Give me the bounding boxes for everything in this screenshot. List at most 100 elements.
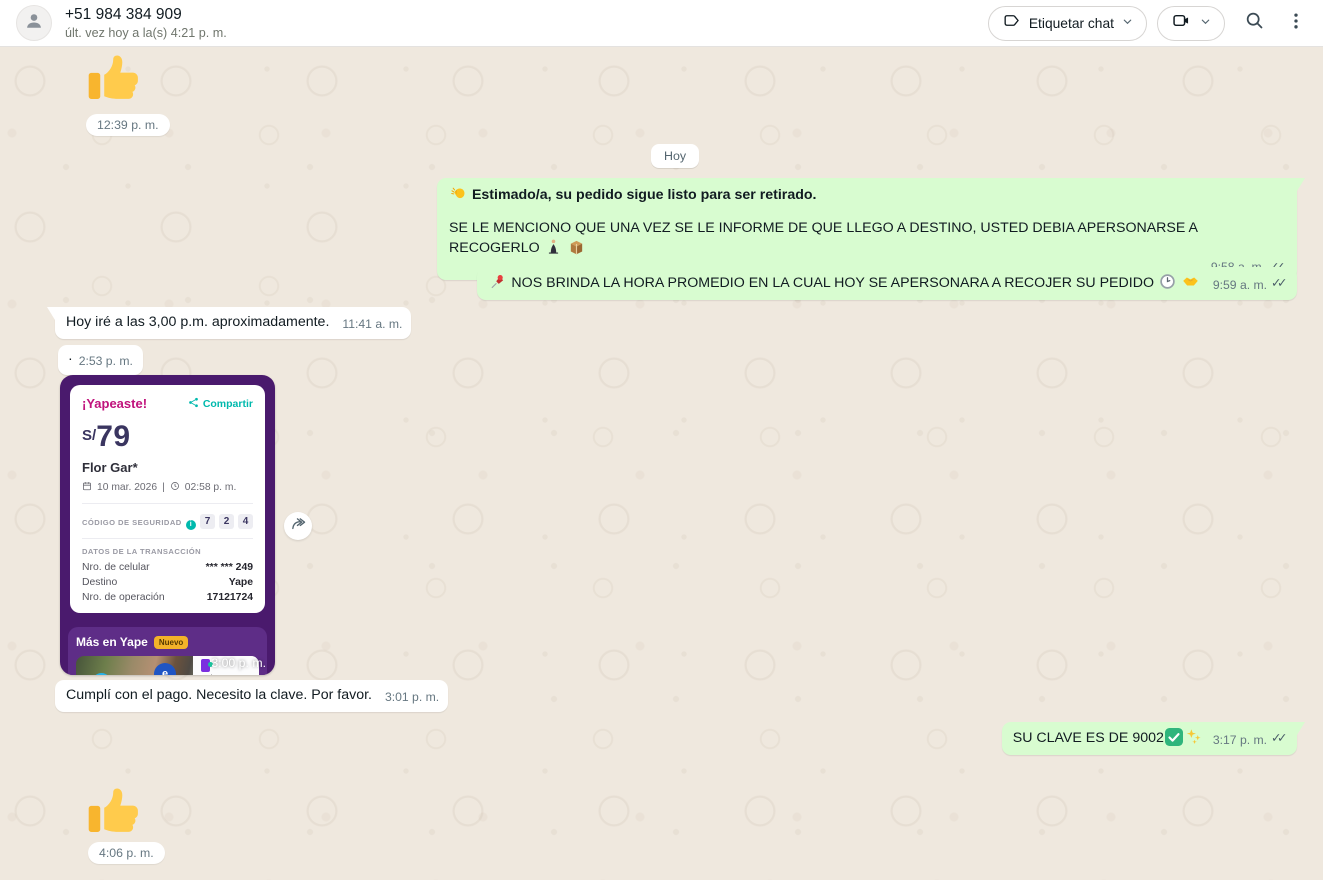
message-time: 4:06 p. m. <box>99 846 154 860</box>
currency-symbol: S/ <box>82 427 96 444</box>
forward-message-button[interactable] <box>284 512 312 540</box>
yape-datetime: 10 mar. 2026 | 02:58 p. m. <box>82 481 253 494</box>
message-text: Hoy iré a las 3,00 p.m. aproximadamente. <box>66 314 329 330</box>
chevron-down-icon <box>1122 14 1133 32</box>
entel-logo-icon: e <box>154 663 176 675</box>
amount-value: 79 <box>96 420 130 453</box>
package-emoji-icon <box>568 238 585 255</box>
chat-header: +51 984 384 909 últ. vez hoy a la(s) 4:2… <box>0 0 1323 47</box>
contact-info[interactable]: +51 984 384 909 últ. vez hoy a la(s) 4:2… <box>65 6 227 40</box>
yape-date: 10 mar. 2026 <box>97 482 157 493</box>
movistar-logo-icon: M <box>92 673 111 675</box>
label-chat-button[interactable]: Etiquetar chat <box>988 6 1147 41</box>
clock-emoji-icon <box>1159 273 1176 290</box>
yape-share-label: Compartir <box>203 398 253 410</box>
calendar-icon <box>82 481 92 494</box>
message-text: SU CLAVE ES DE 9002 <box>1013 730 1164 746</box>
row-label: Destino <box>82 577 117 588</box>
banner-question: ¿Sin megas? <box>201 673 253 675</box>
row-label: Nro. de celular <box>82 562 150 573</box>
label-tag-icon <box>1002 11 1021 35</box>
waving-hand-emoji-icon <box>450 185 467 202</box>
transaction-rows: Nro. de celular *** *** 249 Destino Yape… <box>82 562 253 603</box>
yape-time: 02:58 p. m. <box>185 482 237 493</box>
message-line-2: SE LE MENCIONO QUE UNA VEZ SE LE INFORME… <box>449 219 1286 258</box>
outgoing-message-hora[interactable]: NOS BRINDA LA HORA PROMEDIO EN LA CUAL H… <box>477 267 1297 300</box>
chat-message-area: 12:39 p. m. Hoy Estimado/a, su pedido si… <box>0 47 1323 880</box>
share-nodes-icon <box>188 397 199 411</box>
yape-receipt-card: ¡Yapeaste! Compartir S/79 Flor Gar* 10 m… <box>70 385 265 613</box>
contact-avatar[interactable] <box>16 5 52 41</box>
menu-button[interactable] <box>1283 4 1309 42</box>
date-divider-label: Hoy <box>664 149 686 163</box>
message-line-1: Estimado/a, su pedido sigue listo para s… <box>449 185 1286 205</box>
separator: | <box>162 482 165 493</box>
contact-name: +51 984 384 909 <box>65 6 227 24</box>
person-icon <box>23 10 45 37</box>
yape-recipient: Flor Gar* <box>82 460 253 475</box>
transaction-row: Destino Yape <box>82 577 253 588</box>
row-value: Yape <box>229 577 253 588</box>
outgoing-message-clave[interactable]: SU CLAVE ES DE 9002 3:17 p. m. ✓✓ <box>1002 722 1297 755</box>
new-badge: Nuevo <box>154 636 188 649</box>
row-value: *** *** 249 <box>206 562 253 573</box>
message-text: Cumplí con el pago. Necesito la clave. P… <box>66 687 372 703</box>
message-time: 2:53 p. m. <box>79 352 133 371</box>
incoming-message-ire[interactable]: Hoy iré a las 3,00 p.m. aproximadamente.… <box>55 307 411 339</box>
incoming-message-pago[interactable]: Cumplí con el pago. Necesito la clave. P… <box>55 680 448 712</box>
message-text-bold: Estimado/a, su pedido sigue listo para s… <box>472 187 817 203</box>
message-time: 12:39 p. m. <box>97 118 159 132</box>
thumbs-up-emoji-message[interactable] <box>86 51 140 105</box>
security-code-label: CÓDIGO DE SEGURIDAD <box>82 518 182 527</box>
clock-small-icon <box>170 481 180 494</box>
search-icon <box>1244 10 1265 36</box>
thumbs-up-emoji-message[interactable] <box>86 784 140 838</box>
check-mark-emoji-icon <box>1165 728 1183 746</box>
info-icon: i <box>186 520 196 530</box>
security-digit: 7 <box>200 514 215 529</box>
suit-man-emoji-icon <box>545 238 562 255</box>
row-value: 17121724 <box>207 592 253 603</box>
transaction-row: Nro. de operación 17121724 <box>82 592 253 603</box>
incoming-message-dot[interactable]: · 2:53 p. m. <box>58 345 143 375</box>
header-actions: Etiquetar chat <box>988 4 1309 42</box>
handshake-emoji-icon <box>1182 273 1199 290</box>
security-digit: 2 <box>219 514 234 529</box>
message-time: 11:41 a. m. <box>342 315 402 334</box>
video-call-button[interactable] <box>1157 6 1225 41</box>
delivered-check-icon: ✓✓ <box>1271 731 1288 745</box>
thumbs-up-icon <box>86 92 140 109</box>
transaction-row: Nro. de celular *** *** 249 <box>82 562 253 573</box>
message-time: 9:59 a. m. <box>1213 276 1267 295</box>
message-text: NOS BRINDA LA HORA PROMEDIO EN LA CUAL H… <box>511 275 1154 291</box>
video-camera-icon <box>1171 10 1192 36</box>
message-time-pill: 12:39 p. m. <box>86 114 170 136</box>
yape-amount: S/79 <box>82 420 253 454</box>
last-seen-status: últ. vez hoy a la(s) 4:21 p. m. <box>65 26 227 40</box>
message-time: 3:01 p. m. <box>385 688 439 707</box>
security-digits: 7 2 4 <box>200 514 253 529</box>
yape-share-button: Compartir <box>188 397 253 411</box>
forward-arrow-icon <box>290 515 307 537</box>
security-digit: 4 <box>238 514 253 529</box>
image-message-time: 3:00 p. m. <box>211 656 266 670</box>
label-chat-text: Etiquetar chat <box>1029 16 1114 31</box>
sparkles-emoji-icon <box>1185 728 1202 745</box>
thumbs-up-icon <box>86 825 140 842</box>
message-time: 3:17 p. m. <box>1213 731 1267 750</box>
outgoing-message-pedido[interactable]: Estimado/a, su pedido sigue listo para s… <box>437 178 1297 280</box>
yape-title: ¡Yapeaste! <box>82 396 147 411</box>
pushpin-emoji-icon <box>489 273 506 290</box>
message-time-pill: 4:06 p. m. <box>88 842 165 864</box>
chevron-down-icon <box>1200 14 1211 32</box>
delivered-check-icon: ✓✓ <box>1271 276 1288 290</box>
security-code-label-row: CÓDIGO DE SEGURIDAD i <box>82 512 196 530</box>
kebab-menu-icon <box>1286 11 1306 36</box>
message-text: · <box>68 351 73 367</box>
phone-icon <box>201 659 210 672</box>
search-button[interactable] <box>1235 4 1273 42</box>
more-in-yape-title: Más en Yape <box>76 635 148 649</box>
row-label: Nro. de operación <box>82 592 165 603</box>
yape-receipt-image-message[interactable]: ¡Yapeaste! Compartir S/79 Flor Gar* 10 m… <box>60 375 275 675</box>
date-divider: Hoy <box>651 144 699 168</box>
